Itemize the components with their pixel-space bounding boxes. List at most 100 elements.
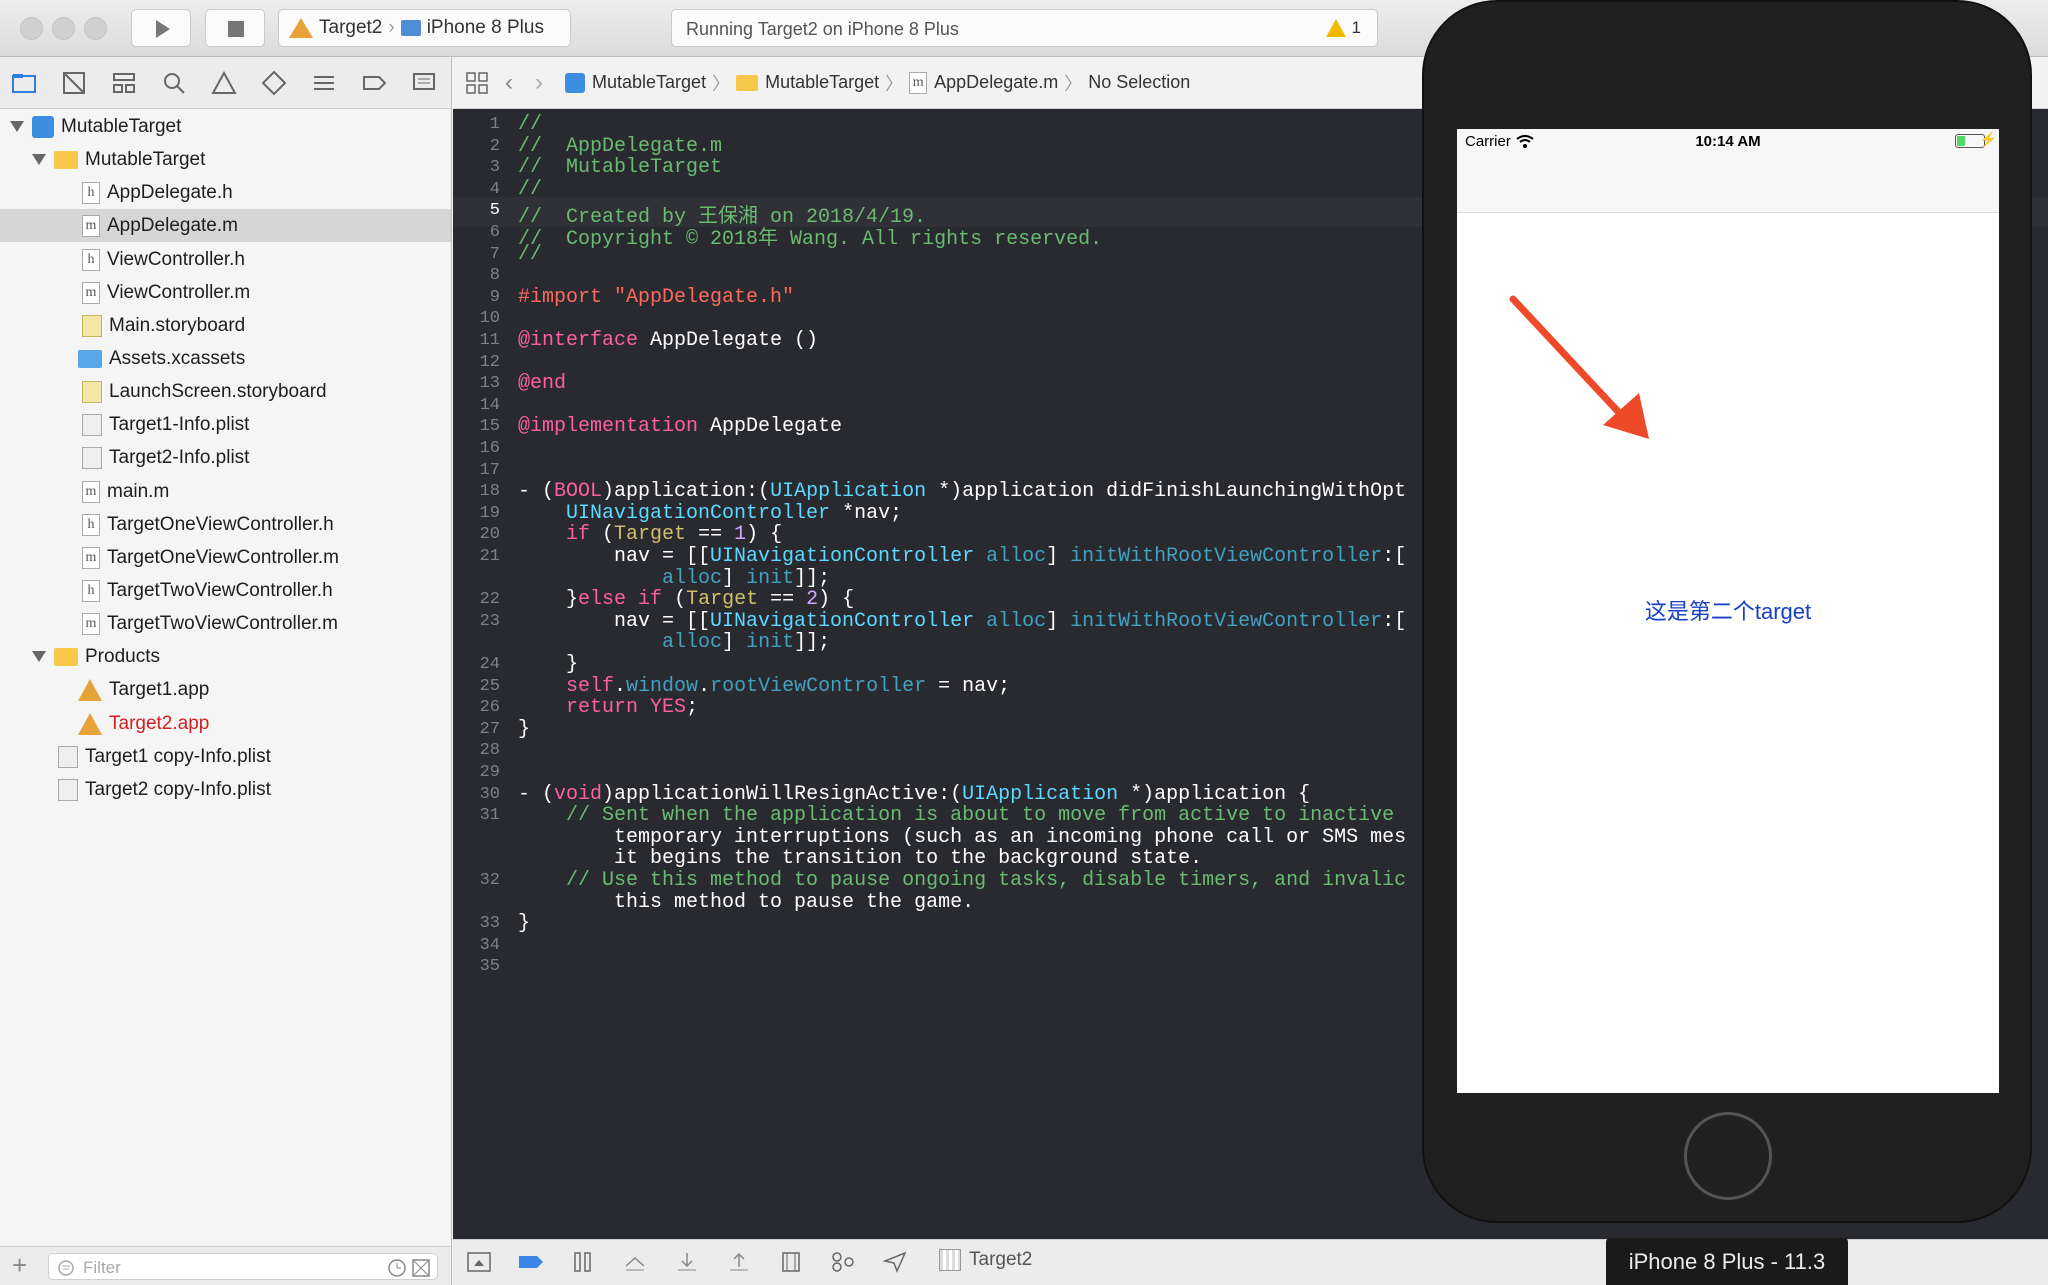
stop-button[interactable]	[205, 9, 265, 47]
tree-item-file[interactable]: h TargetOneViewController.h	[0, 508, 451, 541]
test-navigator-icon[interactable]	[260, 69, 288, 97]
code-line[interactable]: // Use this method to pause ongoing task…	[518, 869, 1406, 892]
code-line[interactable]: @interface AppDelegate ()	[518, 329, 818, 352]
code-line[interactable]: }else if (Target == 2) {	[518, 588, 854, 611]
view-hierarchy-icon[interactable]	[777, 1250, 805, 1276]
tree-item-file[interactable]: h ViewController.h	[0, 243, 451, 276]
code-line[interactable]: #import "AppDelegate.h"	[518, 286, 794, 309]
tree-item-file[interactable]: h TargetTwoViewController.h	[0, 574, 451, 607]
tree-item-project[interactable]: MutableTarget	[0, 110, 451, 143]
code-line[interactable]: UINavigationController *nav;	[518, 502, 902, 525]
tree-item-file-selected[interactable]: m AppDelegate.m	[0, 209, 451, 242]
step-out-icon[interactable]	[725, 1250, 753, 1276]
code-line[interactable]: this method to pause the game.	[518, 891, 974, 914]
tree-item-product[interactable]: Target1.app	[0, 673, 451, 706]
minimize-window-button[interactable]	[52, 17, 75, 40]
storyboard-icon	[82, 380, 102, 403]
code-line[interactable]: temporary interruptions (such as an inco…	[518, 826, 1406, 849]
debug-target-selector[interactable]: Target2	[939, 1249, 1032, 1271]
related-items-icon[interactable]	[465, 71, 489, 95]
code-line[interactable]: - (void)applicationWillResignActive:(UIA…	[518, 783, 1310, 806]
code-line[interactable]: // Copyright © 2018年 Wang. All rights re…	[518, 221, 1102, 251]
tree-item-file[interactable]: m main.m	[0, 475, 451, 508]
battery-level	[1957, 136, 1965, 146]
tree-item-file[interactable]: m TargetOneViewController.m	[0, 541, 451, 574]
disclosure-triangle-icon[interactable]	[32, 651, 46, 662]
scheme-device[interactable]: iPhone 8 Plus	[427, 17, 544, 39]
step-into-icon[interactable]	[673, 1250, 701, 1276]
code-line[interactable]: //	[518, 113, 542, 136]
run-button[interactable]	[131, 9, 191, 47]
close-window-button[interactable]	[20, 17, 43, 40]
report-navigator-icon[interactable]	[410, 69, 438, 97]
tree-item-file[interactable]: m TargetTwoViewController.m	[0, 607, 451, 640]
pause-icon[interactable]	[569, 1250, 597, 1276]
breakpoints-toggle-icon[interactable]	[517, 1250, 545, 1276]
code-line[interactable]: nav = [[UINavigationController alloc] in…	[518, 545, 1406, 568]
header-file-icon: h	[82, 513, 100, 536]
simulate-location-icon[interactable]	[881, 1250, 909, 1276]
code-line[interactable]: //	[518, 243, 542, 266]
step-over-icon[interactable]	[621, 1250, 649, 1276]
project-navigator-icon[interactable]	[10, 69, 38, 97]
add-icon[interactable]: +	[12, 1251, 27, 1279]
disclosure-triangle-icon[interactable]	[32, 154, 46, 165]
scheme-selector[interactable]: Target2 › iPhone 8 Plus	[278, 9, 571, 47]
tree-item-file[interactable]: h AppDelegate.h	[0, 176, 451, 209]
folder-icon	[54, 647, 78, 666]
code-line[interactable]: @implementation AppDelegate	[518, 415, 842, 438]
breakpoint-navigator-icon[interactable]	[360, 69, 388, 97]
zoom-window-button[interactable]	[84, 17, 107, 40]
tree-item-file[interactable]: Main.storyboard	[0, 309, 451, 342]
code-line[interactable]: alloc] init]];	[518, 567, 830, 590]
code-line[interactable]: //	[518, 178, 542, 201]
search-icon[interactable]	[160, 69, 188, 97]
memory-graph-icon[interactable]	[829, 1250, 857, 1276]
line-number: 9	[489, 287, 500, 307]
forward-icon[interactable]: ›	[535, 69, 543, 97]
breadcrumb-selection[interactable]: No Selection	[1088, 72, 1190, 93]
code-line[interactable]: // Sent when the application is about to…	[518, 804, 1394, 827]
clock-icon[interactable]	[387, 1258, 407, 1278]
tree-item-file[interactable]: Target1 copy-Info.plist	[0, 740, 451, 773]
breadcrumb-group[interactable]: MutableTarget	[765, 72, 879, 93]
code-line[interactable]: if (Target == 1) {	[518, 523, 782, 546]
code-line[interactable]: self.window.rootViewController = nav;	[518, 675, 1010, 698]
code-line[interactable]: // AppDelegate.m	[518, 135, 722, 158]
tree-item-file[interactable]: Assets.xcassets	[0, 342, 451, 375]
issue-navigator-icon[interactable]	[210, 69, 238, 97]
code-line[interactable]: - (BOOL)application:(UIApplication *)app…	[518, 480, 1406, 503]
breadcrumb-project[interactable]: MutableTarget	[592, 72, 706, 93]
code-line[interactable]: return YES;	[518, 696, 698, 719]
source-control-icon[interactable]	[60, 69, 88, 97]
tree-item-file[interactable]: Target1-Info.plist	[0, 408, 451, 441]
disclosure-triangle-icon[interactable]	[10, 121, 24, 132]
back-icon[interactable]: ‹	[505, 69, 513, 97]
code-line[interactable]: it begins the transition to the backgrou…	[518, 847, 1202, 870]
code-line[interactable]: @end	[518, 372, 566, 395]
hide-debug-area-icon[interactable]	[465, 1250, 493, 1276]
tree-item-file[interactable]: LaunchScreen.storyboard	[0, 375, 451, 408]
tree-item-product[interactable]: Target2.app	[0, 707, 451, 740]
breadcrumb-file[interactable]: AppDelegate.m	[934, 72, 1058, 93]
scm-filter-icon[interactable]	[411, 1258, 431, 1278]
implementation-file-icon: m	[82, 612, 100, 635]
code-line[interactable]: alloc] init]];	[518, 631, 830, 654]
warning-indicator[interactable]: 1	[1325, 18, 1361, 38]
code-line[interactable]: }	[518, 718, 530, 741]
tree-item-group[interactable]: MutableTarget	[0, 143, 451, 176]
tree-item-file[interactable]: m ViewController.m	[0, 276, 451, 309]
home-button[interactable]	[1684, 1112, 1772, 1200]
tree-item-file[interactable]: Target2-Info.plist	[0, 441, 451, 474]
tree-item-group[interactable]: Products	[0, 640, 451, 673]
simulator-screen[interactable]: Carrier 10:14 AM ⚡ 这是第二个target	[1457, 129, 1999, 1093]
code-line[interactable]: nav = [[UINavigationController alloc] in…	[518, 610, 1406, 633]
filter-input[interactable]: Filter	[48, 1253, 438, 1280]
tree-item-file[interactable]: Target2 copy-Info.plist	[0, 773, 451, 806]
code-line[interactable]: // MutableTarget	[518, 156, 722, 179]
code-line[interactable]: }	[518, 653, 578, 676]
symbol-navigator-icon[interactable]	[110, 69, 138, 97]
debug-navigator-icon[interactable]	[310, 69, 338, 97]
code-line[interactable]: }	[518, 912, 530, 935]
scheme-target[interactable]: Target2	[319, 17, 382, 39]
